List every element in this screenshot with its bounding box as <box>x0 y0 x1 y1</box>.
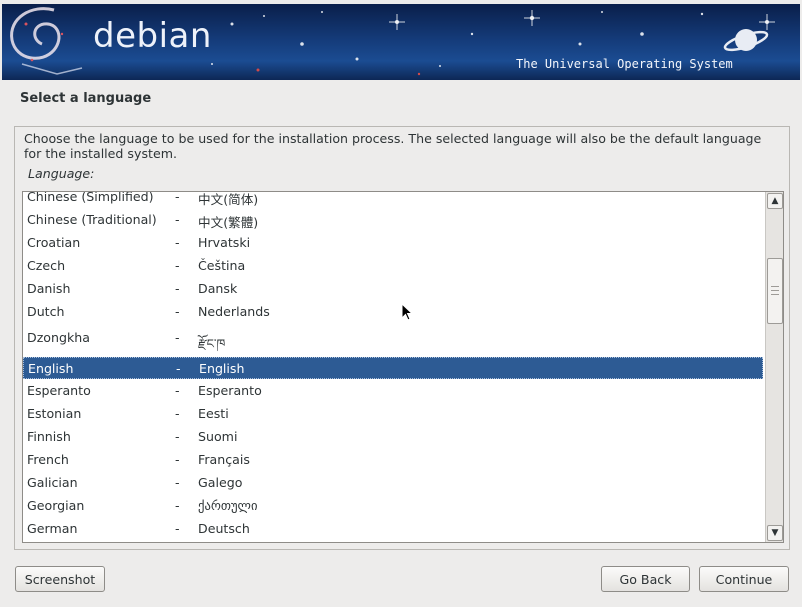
language-native-name: Suomi <box>198 429 238 444</box>
content-panel: Choose the language to be used for the i… <box>14 126 790 550</box>
language-name: Dzongkha <box>27 330 90 345</box>
separator-dash: - <box>175 521 180 536</box>
language-native-name: Deutsch <box>198 521 250 536</box>
vertical-scrollbar[interactable]: ▲ ▼ <box>765 192 783 542</box>
scrollbar-thumb[interactable] <box>767 258 783 324</box>
page-title: Select a language <box>20 91 152 106</box>
language-native-name: 中文(繁體) <box>198 215 259 230</box>
language-name: Danish <box>27 281 71 296</box>
language-native-name: Čeština <box>198 258 246 273</box>
language-name: Chinese (Simplified) <box>27 192 154 204</box>
separator-dash: - <box>175 212 180 227</box>
language-name: French <box>27 452 69 467</box>
separator-dash: - <box>175 330 180 345</box>
language-native-name: Hrvatski <box>198 235 251 250</box>
language-row[interactable]: Georgian - ქართული <box>23 495 763 517</box>
mouse-pointer-icon <box>401 303 413 321</box>
language-row[interactable]: Galician - Galego <box>23 472 763 494</box>
language-name: Dutch <box>27 304 65 319</box>
language-native-name: Dansk <box>198 281 238 296</box>
language-row[interactable]: Croatian - Hrvatski <box>23 232 763 254</box>
separator-dash: - <box>175 192 180 204</box>
language-row[interactable]: Chinese (Traditional) - 中文(繁體) <box>23 209 763 231</box>
language-row[interactable]: Esperanto - Esperanto <box>23 380 763 402</box>
language-native-name: Galego <box>198 475 243 490</box>
language-name: Croatian <box>27 235 81 250</box>
language-row[interactable]: Finnish - Suomi <box>23 426 763 448</box>
language-name: Esperanto <box>27 383 91 398</box>
language-row[interactable]: Dutch - Nederlands <box>23 301 763 323</box>
language-row[interactable]: German - Deutsch <box>23 518 763 540</box>
separator-dash: - <box>175 258 180 273</box>
debian-swirl-logo <box>10 7 83 75</box>
language-list: Chinese (Simplified) - 中文(简体) Chinese (Trad… <box>23 192 765 542</box>
language-row[interactable]: Chinese (Simplified) - 中文(简体) <box>23 192 763 208</box>
tagline: The Universal Operating System <box>516 57 733 71</box>
language-listbox[interactable]: Chinese (Simplified) - 中文(简体) Chinese (Trad… <box>22 191 784 543</box>
language-native-name: Esperanto <box>198 383 262 398</box>
language-row[interactable]: Estonian - Eesti <box>23 403 763 425</box>
language-name: Finnish <box>27 429 71 444</box>
debian-logo-text: debian <box>93 16 212 56</box>
separator-dash: - <box>175 452 180 467</box>
separator-dash: - <box>175 235 180 250</box>
language-name: Georgian <box>27 498 85 513</box>
language-name: Estonian <box>27 406 82 421</box>
language-row-selected[interactable]: English - English <box>23 357 763 379</box>
debian-banner: debian The Universal Operating System <box>2 4 800 80</box>
go-back-button[interactable]: Go Back <box>601 566 690 592</box>
scroll-down-button[interactable]: ▼ <box>767 525 783 541</box>
language-row[interactable]: Dzongkha - རྫོང་ཁ <box>23 327 763 351</box>
language-name: Czech <box>27 258 66 273</box>
separator-dash: - <box>175 429 180 444</box>
separator-dash: - <box>175 304 180 319</box>
scroll-up-button[interactable]: ▲ <box>767 193 783 209</box>
description-text: Choose the language to be used for the i… <box>24 131 762 161</box>
separator-dash: - <box>175 281 180 296</box>
language-list-label: Language: <box>28 166 95 181</box>
language-row[interactable]: Czech - Čeština <box>23 255 763 277</box>
language-name: English <box>28 361 74 376</box>
separator-dash: - <box>175 406 180 421</box>
language-native-name: English <box>199 361 245 376</box>
separator-dash: - <box>175 383 180 398</box>
scrollbar-grip <box>771 286 779 295</box>
language-native-name: Eesti <box>198 406 229 421</box>
language-native-name: Nederlands <box>198 304 270 319</box>
separator-dash: - <box>176 361 181 376</box>
continue-button[interactable]: Continue <box>699 566 789 592</box>
language-native-name: Français <box>198 452 250 467</box>
screenshot-button[interactable]: Screenshot <box>15 566 105 592</box>
language-row[interactable]: French - Français <box>23 449 763 471</box>
language-name: German <box>27 521 78 536</box>
separator-dash: - <box>175 498 180 513</box>
separator-dash: - <box>175 475 180 490</box>
language-name: Galician <box>27 475 78 490</box>
language-native-name: 中文(简体) <box>198 192 259 207</box>
planet-icon <box>723 29 769 52</box>
language-native-name: ქართული <box>198 498 258 513</box>
language-name: Chinese (Traditional) <box>27 212 157 227</box>
language-row[interactable]: Danish - Dansk <box>23 278 763 300</box>
